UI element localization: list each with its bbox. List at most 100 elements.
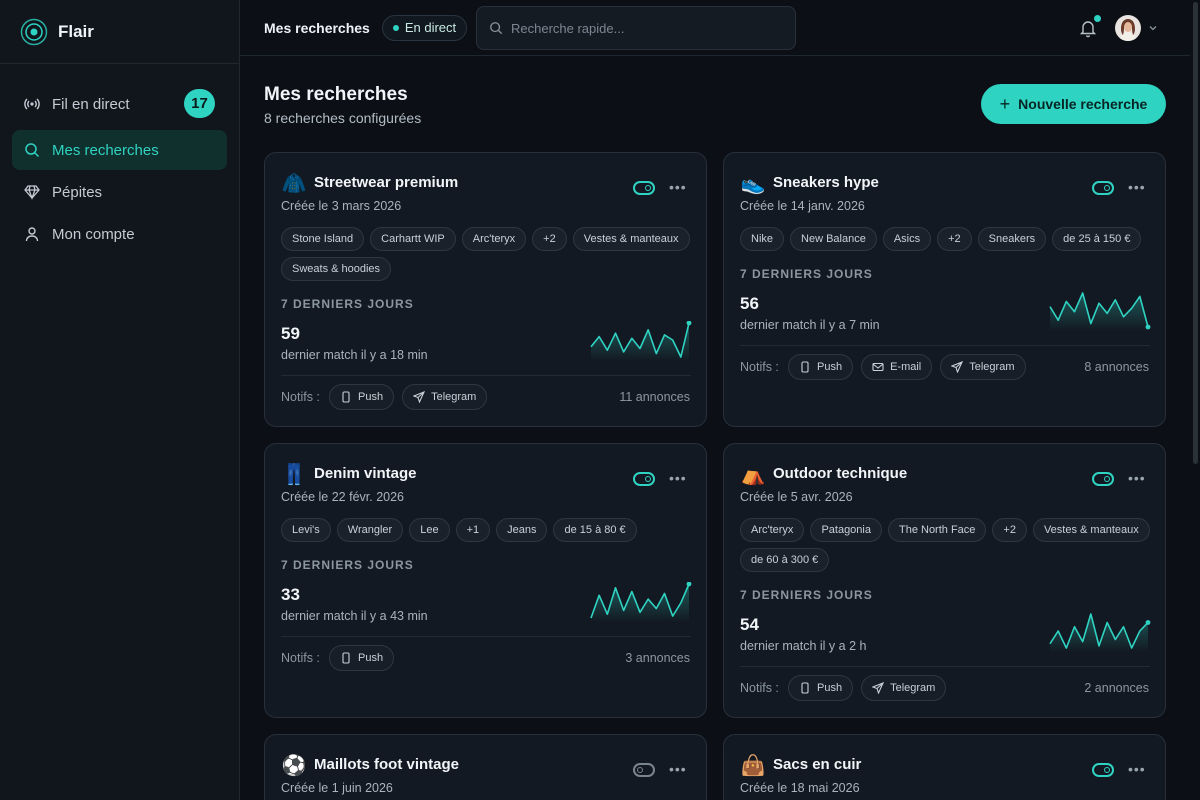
search-card[interactable]: ⚽ Maillots foot vintage Créée le 1 juin …: [264, 734, 707, 800]
jacket-icon: 🧥: [281, 173, 307, 195]
match-count: 59: [281, 324, 300, 343]
sparkline-line: [1049, 613, 1149, 649]
filter-chips: Nike New Balance Asics +2 Sneakers de 25…: [740, 227, 1150, 251]
search-card[interactable]: 👖 Denim vintage Créée le 22 févr. 2026 •…: [264, 443, 707, 718]
filter-chip: Patagonia: [810, 518, 882, 542]
filter-chip: Sweats & hoodies: [281, 257, 392, 281]
more-options-icon[interactable]: •••: [1128, 470, 1146, 486]
sidebar-item-mes-recherches[interactable]: Mes recherches: [12, 130, 227, 170]
filter-chip-more[interactable]: +2: [992, 518, 1027, 542]
filter-chip-more[interactable]: +2: [532, 227, 567, 251]
enable-toggle[interactable]: [1092, 763, 1114, 777]
push-channel-chip: Push: [329, 384, 395, 410]
enable-toggle[interactable]: [633, 472, 655, 486]
sparkline-chart: [1049, 292, 1151, 331]
live-label: En direct: [404, 20, 457, 35]
divider: [281, 636, 691, 637]
card-title: Outdoor technique: [773, 465, 908, 482]
sidebar-item-label: Fil en direct: [52, 95, 130, 113]
enable-toggle[interactable]: [633, 763, 655, 777]
filter-chip-more[interactable]: +2: [937, 227, 972, 251]
notifs-label: Notifs :: [281, 390, 320, 404]
annonces-count[interactable]: 2 annonces: [1084, 681, 1149, 695]
chevron-down-icon[interactable]: [1148, 23, 1158, 33]
search-card[interactable]: 👟 Sneakers hype Créée le 14 janv. 2026 •…: [723, 152, 1166, 427]
card-title: Sneakers hype: [773, 174, 879, 191]
divider: [740, 345, 1150, 346]
last-match-text: dernier match il y a 43 min: [281, 609, 428, 623]
tent-icon: ⛺: [740, 464, 766, 486]
more-options-icon[interactable]: •••: [669, 179, 687, 195]
filter-chip: Lee: [409, 518, 450, 542]
card-title: Maillots foot vintage: [314, 756, 460, 773]
filter-chip: Sneakers: [977, 227, 1047, 251]
divider: [740, 666, 1150, 667]
stats-label: 7 DERNIERS JOURS: [740, 267, 873, 281]
quick-search-input[interactable]: [511, 20, 791, 36]
filter-chips: Arc'teryx Patagonia The North Face +2 Ve…: [740, 518, 1150, 572]
filter-chip: Arc'teryx: [740, 518, 805, 542]
search-card[interactable]: ⛺ Outdoor technique Créée le 5 avr. 2026…: [723, 443, 1166, 718]
filter-chip: Asics: [882, 227, 932, 251]
filter-chip: Carhartt WIP: [370, 227, 456, 251]
jeans-icon: 👖: [281, 464, 307, 486]
sidebar-item-pepites[interactable]: Pépites: [12, 172, 227, 212]
user-icon: [25, 227, 39, 242]
annonces-count[interactable]: 3 annonces: [625, 651, 690, 665]
notifs-label: Notifs :: [281, 651, 320, 665]
filter-chip: de 25 à 150 €: [1052, 227, 1142, 251]
filter-chip: Jeans: [496, 518, 548, 542]
search-card[interactable]: 👜 Sacs en cuir Créée le 18 mai 2026 •••: [723, 734, 1166, 800]
enable-toggle[interactable]: [1092, 181, 1114, 195]
filter-chip: Stone Island: [281, 227, 365, 251]
notif-channels: Push Telegram: [788, 675, 947, 701]
push-channel-chip: Push: [788, 675, 854, 701]
sparkline-last-point: [686, 321, 692, 326]
phone-icon: [342, 652, 350, 664]
radar-logo-icon: [20, 18, 48, 45]
sidebar-item-label: Mon compte: [52, 225, 135, 243]
scrollbar-thumb[interactable]: [1193, 2, 1198, 464]
match-count: 33: [281, 585, 300, 604]
sidebar-nav: Fil en direct 17 Mes recherches Pépites …: [0, 64, 239, 276]
sneaker-icon: 👟: [740, 173, 766, 195]
filter-chip: Vestes & manteaux: [572, 227, 690, 251]
annonces-count[interactable]: 8 annonces: [1084, 360, 1149, 374]
annonces-count[interactable]: 11 annonces: [619, 390, 690, 404]
sparkline-area: [1050, 293, 1148, 331]
more-options-icon[interactable]: •••: [1128, 179, 1146, 195]
more-options-icon[interactable]: •••: [669, 470, 687, 486]
new-search-button[interactable]: + Nouvelle recherche: [981, 84, 1166, 124]
quick-search[interactable]: [476, 6, 796, 50]
filter-chip: Wrangler: [336, 518, 404, 542]
phone-icon: [801, 361, 809, 373]
enable-toggle[interactable]: [1092, 472, 1114, 486]
sparkline-chart: [590, 321, 692, 361]
sidebar-item-mon-compte[interactable]: Mon compte: [12, 214, 227, 254]
more-options-icon[interactable]: •••: [1128, 761, 1146, 777]
search-card[interactable]: 🧥 Streetwear premium Créée le 3 mars 202…: [264, 152, 707, 427]
filter-chip: Nike: [740, 227, 785, 251]
filter-chip-more[interactable]: +1: [455, 518, 491, 542]
notifs-label: Notifs :: [740, 360, 779, 374]
sparkline-area: [591, 584, 689, 622]
filter-chips: Stone Island Carhartt WIP Arc'teryx +2 V…: [281, 227, 691, 281]
card-created-date: Créée le 5 avr. 2026: [740, 490, 853, 504]
card-created-date: Créée le 18 mai 2026: [740, 781, 860, 795]
brand[interactable]: Flair: [0, 0, 239, 64]
sparkline-last-point: [1145, 324, 1151, 330]
more-options-icon[interactable]: •••: [669, 761, 687, 777]
card-created-date: Créée le 22 févr. 2026: [281, 490, 404, 504]
page-subtitle: 8 recherches configurées: [264, 110, 422, 126]
enable-toggle[interactable]: [633, 181, 655, 195]
filter-chip: New Balance: [790, 227, 877, 251]
send-icon: [951, 361, 964, 373]
channel-label: Push: [817, 682, 843, 694]
new-search-label: Nouvelle recherche: [1018, 96, 1148, 112]
sidebar-item-fil-en-direct[interactable]: Fil en direct 17: [12, 84, 227, 124]
live-status-pill[interactable]: En direct: [381, 14, 468, 41]
channel-label: Push: [358, 652, 384, 664]
sparkline-last-point: [1145, 620, 1151, 625]
telegram-channel-chip: Telegram: [940, 354, 1026, 380]
avatar[interactable]: [1115, 15, 1141, 41]
